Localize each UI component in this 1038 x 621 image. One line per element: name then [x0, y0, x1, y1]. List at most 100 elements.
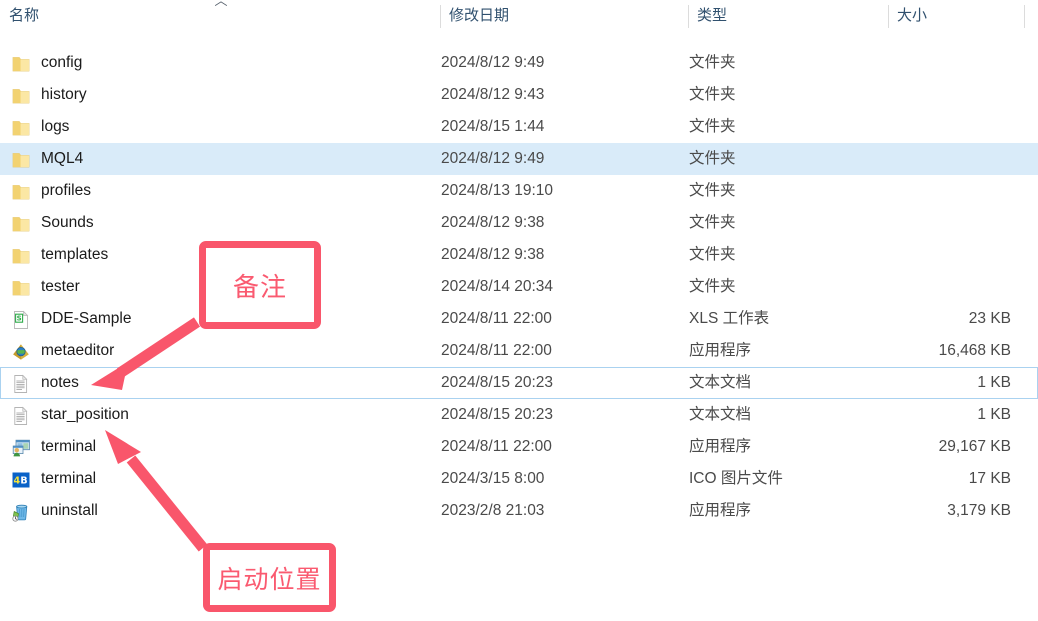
file-date-cell: 2024/8/15 1:44 — [441, 118, 545, 135]
column-header-bar: ︿ 名称 修改日期 类型 大小 — [0, 0, 1038, 32]
file-type-cell: 应用程序 — [689, 342, 752, 359]
file-row[interactable]: terminal 2024/8/11 22:00 应用程序 29,167 KB — [0, 431, 1038, 463]
file-size-cell — [889, 240, 1011, 270]
spreadsheet-icon: S — [11, 310, 31, 330]
file-size-cell — [889, 272, 1011, 302]
file-size-cell: 1 KB — [977, 406, 1011, 423]
column-header-size[interactable]: 大小 — [888, 0, 1024, 32]
file-name-label: terminal — [41, 438, 97, 455]
file-name-cell[interactable]: profiles — [10, 176, 430, 206]
file-name-label: Sounds — [41, 214, 94, 231]
file-type-cell: 文件夹 — [689, 214, 736, 231]
file-type-cell: 文件夹 — [689, 246, 736, 263]
file-size-cell: 29,167 KB — [938, 438, 1011, 455]
file-type-cell: 文件夹 — [689, 278, 736, 295]
file-name-cell[interactable]: Sounds — [10, 208, 430, 238]
file-name-cell[interactable]: MQL4 — [10, 144, 430, 174]
file-list[interactable]: config 2024/8/12 9:49 文件夹 history 2024/8/12 … — [0, 47, 1038, 527]
uninstall-icon — [11, 502, 31, 522]
column-header-name[interactable]: 名称 — [0, 0, 440, 32]
file-size-cell — [889, 176, 1011, 206]
column-divider[interactable] — [888, 5, 889, 28]
file-row[interactable]: history 2024/8/12 9:43 文件夹 — [0, 79, 1038, 111]
file-date-cell: 2024/8/11 22:00 — [441, 438, 552, 455]
file-name-cell[interactable]: tester — [10, 272, 430, 302]
file-row[interactable]: uninstall 2023/2/8 21:03 应用程序 3,179 KB — [0, 495, 1038, 527]
column-divider[interactable] — [440, 5, 441, 28]
column-header-type[interactable]: 类型 — [688, 0, 888, 32]
file-name-cell[interactable]: history — [10, 80, 430, 110]
file-name-cell[interactable]: terminal — [10, 432, 430, 462]
file-explorer-window: ︿ 名称 修改日期 类型 大小 config 2024/8/12 9:49 文件夹 h… — [0, 0, 1038, 621]
column-divider[interactable] — [688, 5, 689, 28]
column-header-type-label: 类型 — [697, 7, 728, 24]
file-row[interactable]: tester 2024/8/14 20:34 文件夹 — [0, 271, 1038, 303]
file-name-label: MQL4 — [41, 150, 84, 167]
file-size-cell: 23 KB — [968, 310, 1011, 327]
file-name-label: notes — [41, 374, 79, 391]
file-row[interactable]: profiles 2024/8/13 19:10 文件夹 — [0, 175, 1038, 207]
ico-4b-icon: 4B — [11, 470, 31, 490]
file-name-label: logs — [41, 118, 70, 135]
svg-text:B: B — [20, 475, 27, 486]
file-row[interactable]: 4 B terminal 2024/3/15 8:00 ICO 图片文件 17 KB — [0, 463, 1038, 495]
file-name-label: DDE-Sample — [41, 310, 132, 327]
file-size-cell: 1 KB — [977, 374, 1011, 391]
file-size-cell: 17 KB — [968, 470, 1011, 487]
file-row[interactable]: notes 2024/8/15 20:23 文本文档 1 KB — [0, 367, 1038, 399]
file-row[interactable]: logs 2024/8/15 1:44 文件夹 — [0, 111, 1038, 143]
file-name-cell[interactable]: 4 B terminal — [10, 464, 430, 494]
file-name-label: config — [41, 54, 83, 71]
svg-text:S: S — [17, 315, 22, 323]
file-row[interactable]: metaeditor 2024/8/11 22:00 应用程序 16,468 KB — [0, 335, 1038, 367]
file-date-cell: 2023/2/8 21:03 — [441, 502, 545, 519]
file-name-label: uninstall — [41, 502, 98, 519]
file-type-cell: 文件夹 — [689, 86, 736, 103]
file-date-cell: 2024/8/13 19:10 — [441, 182, 554, 199]
file-type-cell: 文件夹 — [689, 182, 736, 199]
file-size-cell — [889, 80, 1011, 110]
file-type-cell: 应用程序 — [689, 502, 752, 519]
column-header-date-modified[interactable]: 修改日期 — [440, 0, 688, 32]
file-date-cell: 2024/8/11 22:00 — [441, 342, 552, 359]
file-row[interactable]: star_position 2024/8/15 20:23 文本文档 1 KB — [0, 399, 1038, 431]
file-name-label: tester — [41, 278, 80, 295]
folder-icon — [11, 214, 31, 234]
file-size-cell — [889, 144, 1011, 174]
file-type-cell: 文件夹 — [689, 150, 736, 167]
folder-icon — [11, 86, 31, 106]
file-type-cell: ICO 图片文件 — [689, 470, 783, 487]
column-divider[interactable] — [1024, 5, 1025, 28]
file-name-cell[interactable]: logs — [10, 112, 430, 142]
file-name-cell[interactable]: uninstall — [10, 496, 430, 526]
folder-icon — [11, 118, 31, 138]
file-name-label: terminal — [41, 470, 97, 487]
folder-icon — [11, 150, 31, 170]
file-size-cell: 16,468 KB — [938, 342, 1011, 359]
file-name-cell[interactable]: S DDE-Sample — [10, 304, 430, 334]
file-row[interactable]: Sounds 2024/8/12 9:38 文件夹 — [0, 207, 1038, 239]
file-name-cell[interactable]: templates — [10, 240, 430, 270]
annotation-box-startup-location-label: 启动位置 — [217, 564, 322, 594]
file-row[interactable]: S DDE-Sample 2024/8/11 22:00 XLS 工作表 23 KB — [0, 303, 1038, 335]
file-date-cell: 2024/8/12 9:49 — [441, 54, 545, 71]
column-header-date-label: 修改日期 — [449, 7, 510, 24]
file-type-cell: 应用程序 — [689, 438, 752, 455]
file-row[interactable]: config 2024/8/12 9:49 文件夹 — [0, 47, 1038, 79]
file-name-cell[interactable]: config — [10, 48, 430, 78]
file-date-cell: 2024/8/14 20:34 — [441, 278, 554, 295]
file-name-label: metaeditor — [41, 342, 115, 359]
file-date-cell: 2024/8/15 20:23 — [441, 374, 554, 391]
file-type-cell: 文件夹 — [689, 54, 736, 71]
file-row[interactable]: MQL4 2024/8/12 9:49 文件夹 — [0, 143, 1038, 175]
file-name-cell[interactable]: star_position — [10, 400, 430, 430]
file-name-cell[interactable]: notes — [10, 368, 430, 398]
file-row[interactable]: templates 2024/8/12 9:38 文件夹 — [0, 239, 1038, 271]
file-type-cell: 文件夹 — [689, 118, 736, 135]
text-file-icon — [11, 374, 31, 394]
terminal-app-icon — [11, 438, 31, 458]
file-name-cell[interactable]: metaeditor — [10, 336, 430, 366]
file-type-cell: 文本文档 — [689, 374, 752, 391]
file-size-cell — [889, 48, 1011, 78]
column-header-spacer — [1024, 0, 1038, 32]
